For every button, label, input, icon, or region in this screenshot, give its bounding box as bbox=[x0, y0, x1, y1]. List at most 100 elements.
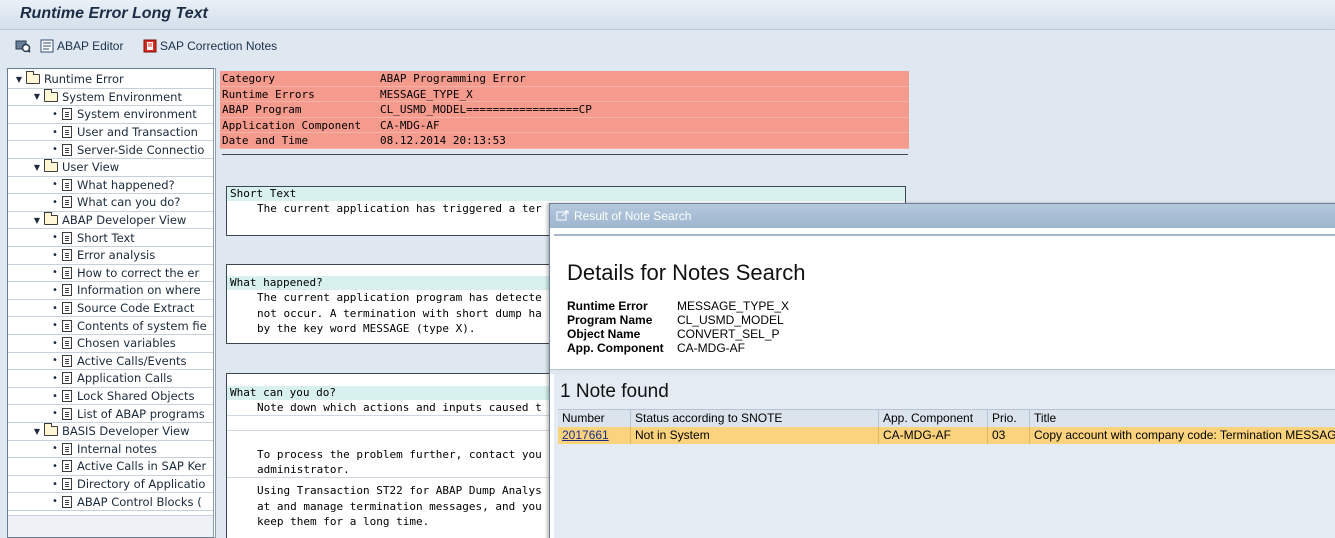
component-cell: CA-MDG-AF bbox=[879, 427, 988, 444]
bullet-icon: • bbox=[52, 390, 58, 402]
tree-node[interactable]: ▼ System Environment bbox=[8, 88, 213, 107]
header-key: Application Component bbox=[222, 118, 362, 132]
section-heading: Short Text bbox=[227, 187, 905, 201]
bullet-icon: • bbox=[52, 196, 58, 208]
tree-node-label: How to correct the er bbox=[77, 265, 200, 280]
prio-cell: 03 bbox=[988, 427, 1030, 444]
tree-node-label: Short Text bbox=[77, 230, 135, 245]
tree-node-label: User View bbox=[62, 160, 120, 175]
table-row[interactable]: 2017661 Not in System CA-MDG-AF 03 Copy … bbox=[558, 427, 1335, 444]
document-icon bbox=[62, 178, 72, 191]
column-header-component[interactable]: App. Component bbox=[879, 410, 988, 427]
bullet-icon: • bbox=[52, 320, 58, 332]
notes-table-header: Number Status according to SNOTE App. Co… bbox=[558, 409, 1335, 427]
detail-value: CL_USMD_MODEL bbox=[677, 313, 784, 327]
tree-node-label: Lock Shared Objects bbox=[77, 389, 195, 404]
detail-row: Program Name CL_USMD_MODEL bbox=[567, 313, 784, 327]
detail-key: App. Component bbox=[567, 341, 664, 355]
tree-node[interactable]: • What happened? bbox=[8, 177, 213, 195]
tree-node[interactable]: • Internal notes bbox=[8, 441, 213, 459]
column-header-status[interactable]: Status according to SNOTE bbox=[631, 410, 879, 427]
document-icon bbox=[62, 337, 72, 350]
search-notes-button[interactable] bbox=[15, 39, 34, 53]
column-header-number[interactable]: Number bbox=[558, 410, 631, 427]
expand-toggle-icon[interactable]: ▼ bbox=[32, 216, 42, 225]
document-icon bbox=[62, 478, 72, 491]
tree-node[interactable]: • Short Text bbox=[8, 229, 213, 247]
tree-node[interactable]: • Error analysis bbox=[8, 247, 213, 265]
tree-node[interactable]: • What can you do? bbox=[8, 194, 213, 212]
tree-node[interactable]: • List of ABAP programs bbox=[8, 405, 213, 423]
document-icon bbox=[62, 372, 72, 385]
abap-editor-button[interactable]: ABAP Editor bbox=[40, 39, 123, 53]
tree-node[interactable]: • Chosen variables bbox=[8, 335, 213, 353]
tree-node[interactable]: • Active Calls in SAP Ker bbox=[8, 458, 213, 476]
folder-icon bbox=[44, 212, 58, 226]
bullet-icon: • bbox=[52, 408, 58, 420]
document-icon bbox=[62, 126, 72, 139]
bullet-icon: • bbox=[52, 460, 58, 472]
tree-node-label: Source Code Extract bbox=[77, 301, 195, 316]
bullet-icon: • bbox=[52, 126, 58, 138]
tree-node-label: Active Calls in SAP Ker bbox=[77, 459, 207, 474]
window-icon bbox=[556, 210, 569, 221]
tree-node[interactable]: • ABAP Control Blocks ( bbox=[8, 493, 213, 511]
tree-node[interactable]: • Lock Shared Objects bbox=[8, 388, 213, 406]
tree-node[interactable]: • Contents of system fie bbox=[8, 317, 213, 335]
tree-node[interactable]: ▼ User View bbox=[8, 159, 213, 177]
tree-node[interactable]: ▼ ABAP Developer View bbox=[8, 212, 213, 230]
expand-toggle-icon[interactable]: ▼ bbox=[32, 427, 42, 436]
column-header-prio[interactable]: Prio. bbox=[988, 410, 1030, 427]
tree-node-label: Internal notes bbox=[77, 441, 157, 456]
bullet-icon: • bbox=[52, 267, 58, 279]
expand-toggle-icon[interactable]: ▼ bbox=[32, 92, 42, 101]
tree-node-label: ABAP Control Blocks ( bbox=[77, 494, 202, 509]
tree-node[interactable]: ▼ BASIS Developer View bbox=[8, 423, 213, 441]
tree-node[interactable]: • Server-Side Connectio bbox=[8, 141, 213, 159]
document-icon bbox=[62, 284, 72, 297]
status-cell: Not in System bbox=[631, 427, 879, 444]
document-icon bbox=[62, 302, 72, 315]
dialog-title-bar[interactable]: Result of Note Search bbox=[550, 204, 1335, 228]
tree-node[interactable]: • Directory of Applicatio bbox=[8, 476, 213, 494]
header-value: 08.12.2014 20:13:53 bbox=[380, 134, 506, 148]
dialog-title: Result of Note Search bbox=[574, 209, 692, 223]
tree-node-label: What happened? bbox=[77, 177, 175, 192]
tree-node-label: What can you do? bbox=[77, 195, 181, 210]
header-value: MESSAGE_TYPE_X bbox=[380, 87, 473, 101]
sap-correction-notes-label: SAP Correction Notes bbox=[160, 39, 278, 53]
folder-icon bbox=[44, 423, 58, 437]
header-key: Date and Time bbox=[222, 134, 309, 148]
detail-value: MESSAGE_TYPE_X bbox=[677, 299, 790, 313]
tree-node[interactable]: • Active Calls/Events bbox=[8, 353, 213, 371]
document-icon bbox=[62, 108, 72, 121]
detail-row: Object Name CONVERT_SEL_P bbox=[567, 327, 780, 341]
document-icon bbox=[62, 407, 72, 420]
note-number-cell: 2017661 bbox=[558, 427, 631, 444]
tree-node-label: User and Transaction bbox=[77, 125, 198, 140]
detail-row: Runtime Error MESSAGE_TYPE_X bbox=[567, 299, 789, 313]
tree-node-label: Runtime Error bbox=[44, 72, 124, 87]
tree-node-label: ABAP Developer View bbox=[62, 213, 187, 228]
tree-node[interactable]: • Application Calls bbox=[8, 370, 213, 388]
header-key: ABAP Program bbox=[222, 103, 302, 117]
divider bbox=[222, 154, 908, 155]
sap-correction-notes-button[interactable]: SAP Correction Notes bbox=[143, 39, 277, 53]
tree-node[interactable]: • How to correct the er bbox=[8, 265, 213, 283]
expand-toggle-icon[interactable]: ▼ bbox=[14, 75, 24, 84]
expand-toggle-icon[interactable]: ▼ bbox=[32, 163, 42, 172]
note-number-link[interactable]: 2017661 bbox=[562, 428, 609, 442]
tree-node[interactable]: • Information on where bbox=[8, 282, 213, 300]
application-toolbar: ABAP Editor SAP Correction Notes bbox=[0, 30, 1335, 63]
horizontal-scrollbar[interactable] bbox=[8, 515, 213, 537]
header-row: Runtime Errors MESSAGE_TYPE_X bbox=[220, 86, 909, 103]
bullet-icon: • bbox=[52, 337, 58, 349]
column-header-title[interactable]: Title bbox=[1030, 410, 1335, 427]
detail-value: CONVERT_SEL_P bbox=[677, 327, 780, 341]
search-notes-icon bbox=[15, 40, 31, 53]
tree-node[interactable]: ▼ Runtime Error bbox=[8, 71, 213, 89]
tree-node[interactable]: • Source Code Extract bbox=[8, 300, 213, 318]
document-icon bbox=[62, 495, 72, 508]
tree-node[interactable]: • System environment bbox=[8, 106, 213, 124]
tree-node[interactable]: • User and Transaction bbox=[8, 124, 213, 142]
